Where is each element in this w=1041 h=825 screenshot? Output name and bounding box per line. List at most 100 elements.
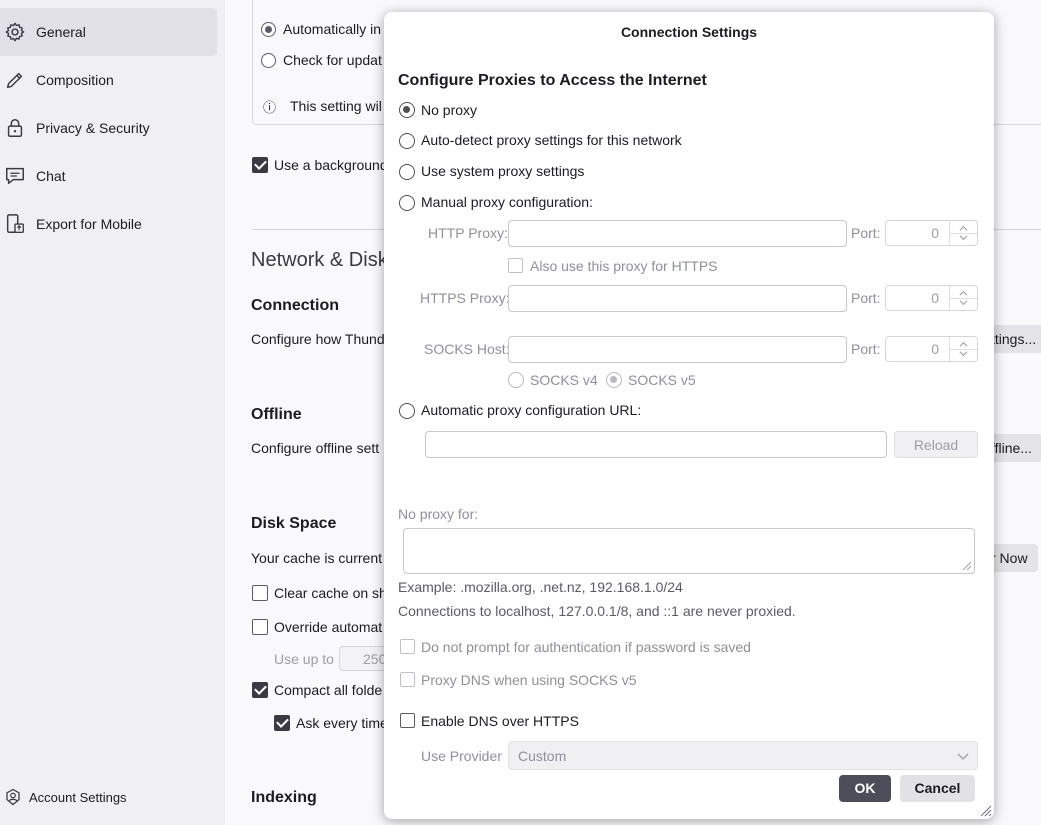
port-spinner[interactable]: [949, 286, 978, 310]
port-spinner[interactable]: [949, 337, 978, 361]
provider-select[interactable]: Custom: [508, 741, 978, 770]
manual-proxy-radio[interactable]: [399, 195, 415, 211]
chevron-down-icon[interactable]: [959, 298, 968, 307]
also-https-label: Also use this proxy for HTTPS: [530, 258, 718, 274]
pencil-icon: [4, 69, 26, 91]
reload-button[interactable]: Reload: [894, 431, 978, 458]
http-port-label: Port:: [851, 225, 881, 241]
account-settings-label: Account Settings: [29, 789, 127, 805]
also-https-checkbox[interactable]: [508, 258, 523, 273]
chevron-up-icon[interactable]: [959, 224, 968, 233]
auto-detect-radio[interactable]: [399, 133, 415, 149]
info-icon: ⓘ: [263, 100, 277, 115]
no-prompt-auth-checkbox[interactable]: [400, 639, 415, 654]
https-port-label: Port:: [851, 290, 881, 306]
ok-button[interactable]: OK: [839, 775, 891, 802]
use-background-label: Use a background: [274, 157, 388, 173]
https-port-value: 0: [931, 290, 939, 306]
network-disk-heading: Network & Disk: [251, 249, 388, 271]
system-proxy-radio[interactable]: [399, 164, 415, 180]
system-proxy-label: Use system proxy settings: [421, 163, 585, 179]
no-proxy-radio[interactable]: [399, 102, 415, 118]
sidebar-item-label: Export for Mobile: [36, 216, 142, 232]
auto-url-input[interactable]: [425, 431, 887, 458]
https-proxy-label: HTTPS Proxy:: [420, 290, 510, 306]
no-proxy-for-textarea[interactable]: [403, 528, 975, 574]
sidebar-item-privacy-security[interactable]: Privacy & Security: [0, 104, 217, 152]
chevron-up-icon[interactable]: [959, 340, 968, 349]
ask-every-time-checkbox[interactable]: [274, 715, 290, 731]
http-proxy-label: HTTP Proxy:: [428, 225, 508, 241]
connection-heading: Connection: [251, 297, 339, 314]
lock-icon: [4, 117, 26, 139]
sidebar-item-label: General: [36, 24, 86, 40]
proxy-dns-label: Proxy DNS when using SOCKS v5: [421, 672, 637, 688]
http-port-value: 0: [931, 225, 939, 241]
socks-host-label: SOCKS Host:: [424, 341, 510, 357]
sidebar-item-general[interactable]: General: [0, 8, 217, 56]
cancel-button[interactable]: Cancel: [900, 775, 975, 802]
https-proxy-input[interactable]: [508, 285, 847, 312]
account-settings-link[interactable]: Account Settings: [4, 788, 127, 806]
proxy-heading: Configure Proxies to Access the Internet: [398, 72, 707, 89]
dialog-title: Connection Settings: [620, 24, 758, 40]
enable-doh-label: Enable DNS over HTTPS: [421, 713, 579, 729]
compact-folders-label: Compact all folde: [274, 682, 383, 698]
auto-url-radio[interactable]: [399, 403, 415, 419]
socks-port-value: 0: [931, 341, 939, 357]
update-auto-radio[interactable]: [261, 22, 276, 37]
http-port-stepper[interactable]: 0: [885, 220, 978, 246]
chevron-up-icon[interactable]: [959, 289, 968, 298]
chevron-down-icon: [957, 753, 969, 760]
offline-desc: Configure offline sett: [251, 440, 380, 456]
disk-space-heading: Disk Space: [251, 515, 337, 532]
offline-heading: Offline: [251, 406, 302, 423]
chat-icon: [4, 165, 26, 187]
update-check-label: Check for updat: [283, 52, 382, 68]
update-auto-label: Automatically in: [283, 21, 382, 37]
sidebar-item-chat[interactable]: Chat: [0, 152, 217, 200]
indexing-heading: Indexing: [251, 789, 317, 806]
dialog-resize-grip-icon[interactable]: [978, 803, 992, 817]
https-port-stepper[interactable]: 0: [885, 285, 978, 311]
sidebar-item-label: Composition: [36, 72, 114, 88]
chevron-down-icon[interactable]: [959, 349, 968, 358]
override-cache-checkbox[interactable]: [252, 619, 268, 635]
chevron-down-icon[interactable]: [959, 233, 968, 242]
manual-proxy-label: Manual proxy configuration:: [421, 194, 593, 210]
connection-desc: Configure how Thund: [251, 331, 385, 347]
proxy-dns-checkbox[interactable]: [400, 672, 415, 687]
socks-port-stepper[interactable]: 0: [885, 336, 978, 362]
update-note: This setting wil: [290, 98, 382, 114]
no-proxy-label: No proxy: [421, 102, 478, 118]
socks-v5-radio[interactable]: [606, 372, 622, 388]
update-check-radio[interactable]: [261, 53, 276, 68]
http-proxy-input[interactable]: [508, 220, 847, 247]
auto-detect-label: Auto-detect proxy settings for this netw…: [421, 132, 682, 148]
provider-value: Custom: [518, 748, 567, 764]
connection-settings-dialog: Connection Settings Configure Proxies to…: [384, 12, 994, 819]
auto-url-label: Automatic proxy configuration URL:: [421, 402, 642, 418]
clear-cache-checkbox[interactable]: [252, 585, 268, 601]
socks-v5-label: SOCKS v5: [628, 372, 696, 388]
sidebar-item-label: Chat: [36, 168, 66, 184]
use-provider-label: Use Provider: [421, 748, 502, 764]
sidebar-item-composition[interactable]: Composition: [0, 56, 217, 104]
localhost-note: Connections to localhost, 127.0.0.1/8, a…: [398, 603, 796, 619]
socks-port-label: Port:: [851, 341, 881, 357]
port-spinner[interactable]: [949, 221, 978, 245]
export-mobile-icon: [4, 213, 26, 235]
clear-cache-label: Clear cache on sh: [274, 585, 387, 601]
sidebar-item-export-mobile[interactable]: Export for Mobile: [0, 200, 217, 248]
sidebar: General Composition Privacy & Security C…: [0, 0, 225, 825]
socks-v4-radio[interactable]: [508, 372, 524, 388]
override-cache-label: Override automat: [274, 619, 383, 635]
cache-desc: Your cache is current: [251, 550, 382, 566]
compact-folders-checkbox[interactable]: [252, 682, 268, 698]
resize-grip-icon[interactable]: [960, 559, 972, 571]
enable-doh-checkbox[interactable]: [400, 713, 415, 728]
sidebar-item-label: Privacy & Security: [36, 120, 150, 136]
gear-icon: [4, 21, 26, 43]
socks-host-input[interactable]: [508, 336, 847, 363]
use-background-checkbox[interactable]: [252, 157, 268, 173]
